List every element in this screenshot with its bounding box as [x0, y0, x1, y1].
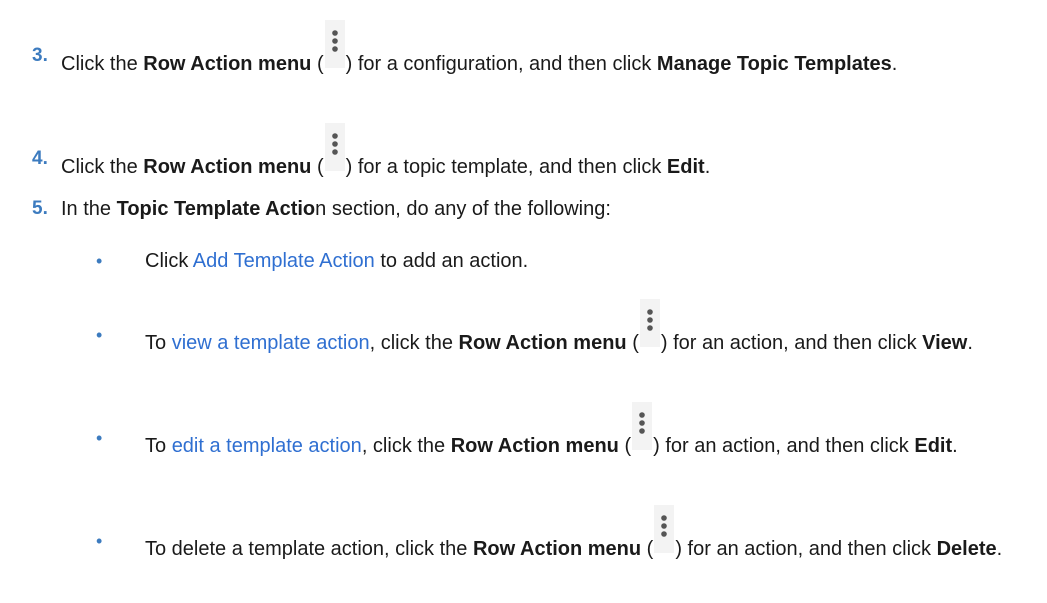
edit-label: Edit: [914, 435, 953, 457]
text: (: [618, 435, 632, 457]
bullet-dot: •: [96, 325, 103, 345]
step-text: Click the Row Action menu ( ) for a confi…: [61, 20, 1021, 80]
text: To delete a template action, click the: [145, 538, 473, 560]
delete-label: Delete: [936, 538, 997, 560]
text: .: [996, 538, 1003, 560]
text: To: [145, 332, 172, 354]
vertical-ellipsis-icon: [324, 123, 346, 173]
step-number: 4.: [32, 148, 48, 169]
text: .: [952, 435, 958, 457]
bullet-text: To edit a template action, click the Row…: [145, 402, 1035, 462]
view-label: View: [922, 332, 968, 354]
text: (: [626, 332, 639, 354]
row-action-menu-label: Row Action menu: [458, 332, 627, 354]
row-action-menu-label: Row Action menu: [143, 53, 312, 75]
row-action-menu-label: Row Action menu: [143, 156, 312, 178]
text: (: [311, 156, 324, 178]
text: (: [641, 538, 654, 560]
view-template-action-link[interactable]: view a template action: [172, 332, 370, 354]
text: ) for a configuration, and then click: [345, 53, 657, 75]
text: .: [967, 332, 973, 354]
text: ) for a topic template, and then click: [345, 156, 667, 178]
step-text: In the Topic Template Action section, do…: [61, 195, 1021, 223]
text: , click the: [369, 332, 459, 354]
text: In the: [61, 198, 117, 220]
text: .: [891, 53, 898, 75]
text: ) for an action, and then click: [675, 538, 937, 560]
bullet-dot: •: [96, 251, 103, 271]
text: Click the: [61, 53, 144, 75]
bullet-text: To delete a template action, click the R…: [145, 505, 1035, 565]
bullet-text: Click Add Template Action to add an acti…: [145, 247, 1035, 275]
text: Click: [145, 250, 193, 272]
step-number: 5.: [32, 198, 48, 219]
text: .: [704, 156, 711, 178]
row-action-menu-label: Row Action menu: [450, 435, 619, 457]
text: to add an action.: [374, 250, 529, 272]
manage-topic-templates-label: Manage Topic Templates: [656, 53, 892, 75]
vertical-ellipsis-icon: [631, 402, 653, 452]
vertical-ellipsis-icon: [324, 20, 346, 70]
edit-template-action-link[interactable]: edit a template action: [172, 435, 362, 457]
text: Click the: [61, 156, 144, 178]
topic-template-action-label: Topic Template Actio: [116, 198, 316, 220]
text: ) for an action, and then click: [653, 435, 915, 457]
step-number: 3.: [32, 45, 48, 66]
text: , click the: [361, 435, 451, 457]
add-template-action-link[interactable]: Add Template Action: [193, 250, 375, 272]
text: (: [311, 53, 324, 75]
row-action-menu-label: Row Action menu: [472, 538, 642, 560]
text: n section, do any of the following:: [315, 198, 611, 220]
bullet-dot: •: [96, 531, 103, 551]
text: To: [145, 435, 172, 457]
vertical-ellipsis-icon: [653, 505, 675, 555]
vertical-ellipsis-icon: [639, 299, 661, 349]
bullet-dot: •: [96, 428, 103, 448]
text: ) for an action, and then click: [660, 332, 923, 354]
step-text: Click the Row Action menu ( ) for a topic…: [61, 123, 1021, 181]
bullet-text: To view a template action, click the Row…: [145, 299, 1035, 359]
edit-label: Edit: [666, 156, 705, 178]
